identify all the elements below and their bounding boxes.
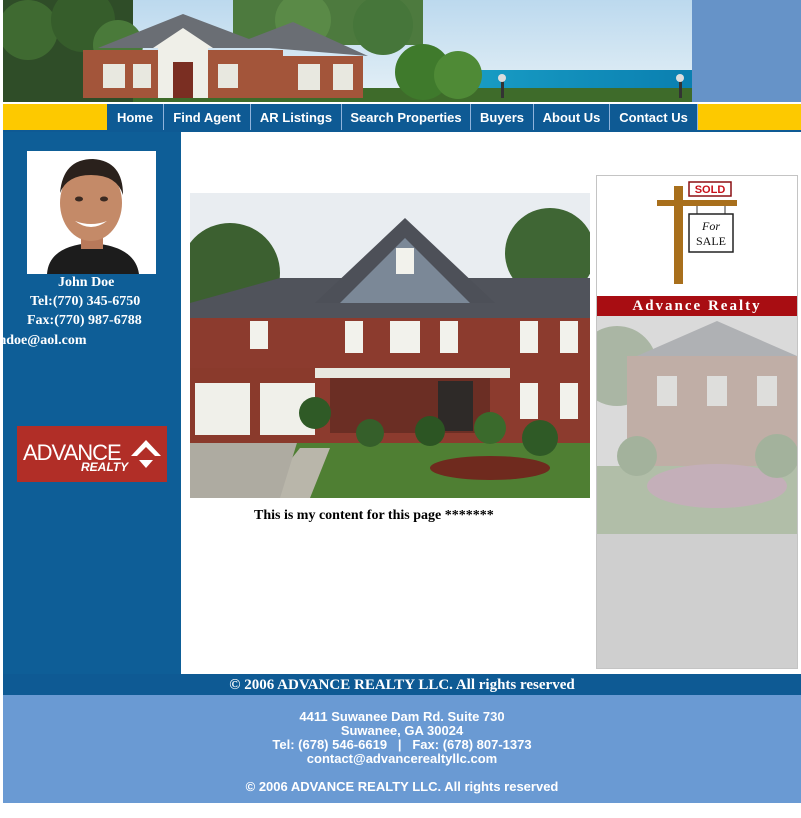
nav-item-home[interactable]: Home	[107, 104, 164, 130]
copyright-bar: © 2006 ADVANCE REALTY LLC. All rights re…	[3, 674, 801, 695]
logo-text-realty: REALTY	[81, 460, 129, 474]
sold-sign-panel: SOLD For SALE Advance Realty	[596, 175, 798, 669]
footer: 4411 Suwanee Dam Rd. Suite 730 Suwanee, …	[3, 695, 801, 803]
faded-house-image	[597, 316, 797, 534]
header-banner-side	[692, 0, 801, 102]
nav-item-buyers[interactable]: Buyers	[471, 104, 534, 130]
footer-email-link[interactable]: contact@advancerealtyllc.com	[3, 751, 801, 766]
page-content-text: This is my content for this page *******	[254, 508, 494, 523]
advance-realty-logo[interactable]: ADVANCE REALTY	[17, 426, 167, 482]
footer-phone-fax: Tel: (678) 546-6619 | Fax: (678) 807-137…	[272, 737, 532, 752]
nav-item-find-agent[interactable]: Find Agent	[164, 104, 251, 130]
sale-sign-text: SALE	[696, 234, 726, 248]
for-sale-sign-graphic: SOLD For SALE	[597, 176, 797, 296]
advance-realty-banner: Advance Realty	[597, 296, 797, 316]
agent-name: John Doe	[58, 275, 115, 290]
logo-house-arrow-icon	[131, 440, 161, 468]
footer-address-line1: 4411 Suwanee Dam Rd. Suite 730	[299, 709, 505, 724]
agent-photo	[27, 151, 156, 274]
nav-item-search-properties[interactable]: Search Properties	[342, 104, 471, 130]
agent-email-text: johndoe@aol.com	[3, 333, 87, 348]
footer-copyright: © 2006 ADVANCE REALTY LLC. All rights re…	[245, 779, 559, 794]
agent-fax: Fax:(770) 987-6788	[27, 313, 142, 328]
featured-house-photo	[190, 193, 590, 498]
for-sign-text: For	[701, 219, 720, 233]
footer-address-line2: Suwanee, GA 30024	[340, 723, 464, 738]
agent-phone: Tel:(770) 345-6750	[30, 294, 141, 309]
header-banner-image	[3, 0, 692, 102]
nav-item-ar-listings[interactable]: AR Listings	[251, 104, 342, 130]
nav-item-about-us[interactable]: About Us	[534, 104, 610, 130]
agent-email-link[interactable]: johndoe@aol.com	[3, 333, 181, 349]
main-nav: Home Find Agent AR Listings Search Prope…	[107, 104, 698, 130]
agent-sidebar: John Doe Tel:(770) 345-6750 Fax:(770) 98…	[3, 132, 181, 674]
nav-item-contact-us[interactable]: Contact Us	[610, 104, 698, 130]
sold-sign-text: SOLD	[695, 184, 726, 196]
